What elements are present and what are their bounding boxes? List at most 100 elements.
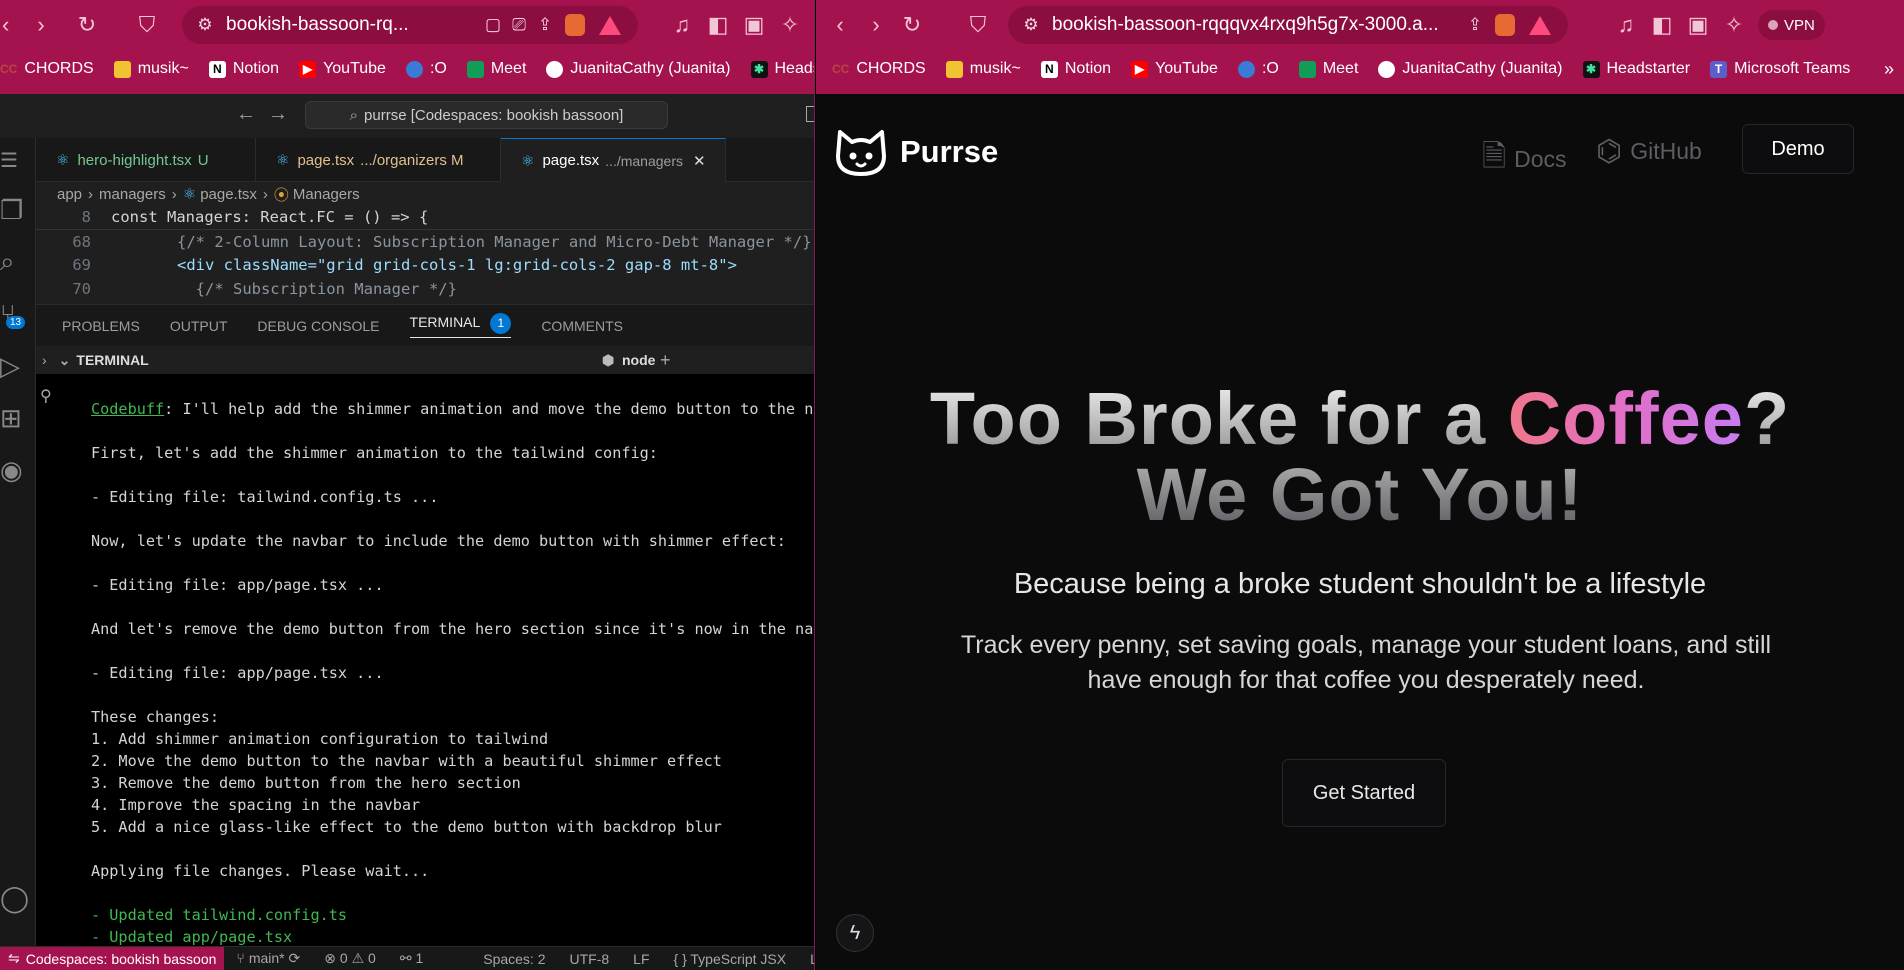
clipboard-icon[interactable]: ▢ [480, 15, 506, 35]
address-bar-url[interactable]: bookish-bassoon-rqqqvx4rxq9h5g7x-3000.a.… [1044, 14, 1462, 36]
bookmark-o[interactable]: :O [1228, 60, 1289, 78]
chevron-right-icon[interactable]: › [42, 352, 47, 368]
menu-icon[interactable]: ☰ [0, 142, 36, 178]
terminal[interactable]: ⚲ Codebuff: I'll help add the shimmer an… [36, 374, 814, 946]
bookmark-youtube[interactable]: ▶ YouTube [289, 60, 396, 78]
tab-problems[interactable]: PROBLEMS [62, 318, 140, 334]
lightning-icon[interactable]: ϟ [836, 914, 874, 952]
add-terminal-icon[interactable]: + [660, 350, 671, 371]
bookmark-musik[interactable]: musik~ [936, 60, 1031, 78]
run-debug-icon[interactable]: ▷ [0, 348, 36, 384]
bookmark-notion[interactable]: N Notion [199, 60, 289, 78]
ports-icon: ⚯ [399, 950, 412, 966]
back-icon[interactable]: ‹ [0, 7, 18, 43]
brave-rewards-icon[interactable] [599, 15, 621, 35]
tab-output[interactable]: OUTPUT [170, 318, 228, 334]
nav-back-icon[interactable]: ← [236, 103, 256, 126]
vpn-button[interactable]: VPN [1758, 10, 1825, 40]
bookmark-chords[interactable]: CC CHORDS [816, 60, 936, 78]
brave-rewards-icon[interactable] [1529, 15, 1551, 35]
brave-shields-icon[interactable] [565, 14, 585, 36]
get-started-button[interactable]: Get Started [1282, 759, 1446, 827]
encoding-status[interactable]: UTF-8 [570, 951, 610, 967]
address-bar[interactable]: ⚙ bookish-bassoon-rq... ▢ ⎚ ⇪ [182, 6, 638, 44]
wallet-icon[interactable]: ▣ [1680, 7, 1716, 43]
bookmark-musik[interactable]: musik~ [104, 60, 199, 78]
bookmark-icon[interactable]: ⛉ [124, 7, 170, 43]
terminal-line: Codebuff: I'll help add the shimmer anim… [91, 400, 814, 418]
leo-ai-icon[interactable]: ✧ [1716, 7, 1752, 43]
bookmark-o[interactable]: :O [396, 60, 457, 78]
music-icon[interactable]: ♫ [1608, 7, 1644, 43]
address-bar[interactable]: ⚙ bookish-bassoon-rqqqvx4rxq9h5g7x-3000.… [1008, 6, 1568, 44]
nav-forward-icon[interactable]: → [268, 103, 288, 126]
share-icon[interactable]: ⇪ [532, 15, 558, 35]
brave-shields-icon[interactable] [1495, 14, 1515, 36]
address-bar-url[interactable]: bookish-bassoon-rq... [218, 14, 480, 36]
bookmark-youtube[interactable]: ▶ YouTube [1121, 60, 1228, 78]
github-icon[interactable]: ◉ [0, 452, 36, 488]
bookmark-headstarter[interactable]: ✱ Headstarter [1573, 60, 1701, 78]
eol-status[interactable]: LF [633, 951, 649, 967]
bookmark-meet[interactable]: Meet [1289, 60, 1369, 78]
bookmark-chords[interactable]: CC CHORDS [0, 60, 104, 78]
hero-subtitle: Because being a broke student shouldn't … [1013, 568, 1707, 600]
chevron-right-icon: › [171, 185, 177, 203]
bookmark-github[interactable]: JuanitaCathy (Juanita) [1368, 60, 1572, 78]
chevron-down-icon[interactable]: ⌄ [59, 352, 71, 369]
tab-hero-highlight[interactable]: ⚛ hero-highlight.tsx U [36, 138, 256, 182]
layout-icon[interactable] [806, 106, 814, 122]
search-icon[interactable]: ⌕ [0, 244, 36, 280]
demo-button[interactable]: Demo [1742, 124, 1854, 174]
ports-status[interactable]: ⚯ 1 [400, 950, 423, 967]
forward-icon[interactable]: › [18, 7, 64, 43]
tab-comments[interactable]: COMMENTS [541, 318, 623, 334]
terminal-line: And let's remove the demo button from th… [91, 620, 814, 638]
explorer-icon[interactable]: ❐ [0, 192, 36, 228]
code-editor[interactable]: 8 const Managers: React.FC = () => { 68 … [36, 205, 814, 301]
music-icon[interactable]: ♫ [664, 7, 700, 43]
account-icon[interactable]: ◯ [0, 880, 36, 916]
source-control-badge: 13 [6, 316, 26, 329]
terminal-line: These changes: [91, 708, 220, 726]
source-control-icon[interactable]: ⑂ 13 [0, 296, 36, 332]
sidebar-icon[interactable]: ◧ [700, 7, 736, 43]
bookmark-github[interactable]: JuanitaCathy (Juanita) [536, 60, 740, 78]
youtube-icon: ▶ [299, 60, 317, 78]
bookmark-headstarter[interactable]: ✱Headsta [741, 60, 814, 78]
share-icon[interactable]: ⇪ [1462, 15, 1488, 35]
bookmark-microsoft-teams[interactable]: T Microsoft Teams [1700, 60, 1860, 78]
indentation-status[interactable]: Spaces: 2 [483, 951, 545, 967]
forward-icon[interactable]: › [858, 7, 894, 43]
bookmark-meet[interactable]: Meet [457, 60, 537, 78]
tab-terminal[interactable]: TERMINAL 1 [409, 313, 512, 338]
bookmark-icon[interactable]: ⛉ [960, 7, 996, 43]
tab-page-managers[interactable]: ⚛ page.tsx .../managers ✕ [501, 138, 726, 182]
cast-icon[interactable]: ⎚ [506, 15, 532, 35]
reload-icon[interactable]: ↻ [64, 7, 110, 43]
bookmarks-overflow-icon[interactable]: » [1874, 59, 1904, 80]
site-info-icon[interactable]: ⚙ [1018, 15, 1044, 35]
close-icon[interactable]: ✕ [693, 152, 706, 170]
problems-status[interactable]: ⊗ 0 ⚠ 0 [324, 950, 376, 967]
nav-docs-link[interactable]: 🗎 Docs [1482, 134, 1567, 185]
site-info-icon[interactable]: ⚙ [192, 15, 218, 35]
leo-ai-icon[interactable]: ✧ [772, 7, 808, 43]
reload-icon[interactable]: ↻ [894, 7, 930, 43]
branch-status[interactable]: ⑂ main* ⟳ [236, 950, 300, 967]
brand-logo[interactable]: Purrse [834, 126, 998, 178]
back-icon[interactable]: ‹ [822, 7, 858, 43]
terminal-process[interactable]: node [622, 352, 655, 368]
extensions-icon[interactable]: ⊞ [0, 400, 36, 436]
tab-page-organizers[interactable]: ⚛ page.tsx .../organizers M [256, 138, 501, 182]
nav-github-link[interactable]: ⌬ GitHub [1596, 134, 1702, 169]
layout-status[interactable]: La [810, 951, 814, 967]
bookmark-notion[interactable]: N Notion [1031, 60, 1121, 78]
sidebar-icon[interactable]: ◧ [1644, 7, 1680, 43]
language-status[interactable]: { } TypeScript JSX [674, 951, 787, 967]
tab-debug-console[interactable]: DEBUG CONSOLE [257, 318, 379, 334]
remote-indicator[interactable]: ⇋ Codespaces: bookish bassoon [0, 946, 225, 970]
command-center[interactable]: ⌕ purrse [Codespaces: bookish bassoon] [305, 101, 668, 129]
cloud-icon [1237, 60, 1255, 78]
wallet-icon[interactable]: ▣ [736, 7, 772, 43]
